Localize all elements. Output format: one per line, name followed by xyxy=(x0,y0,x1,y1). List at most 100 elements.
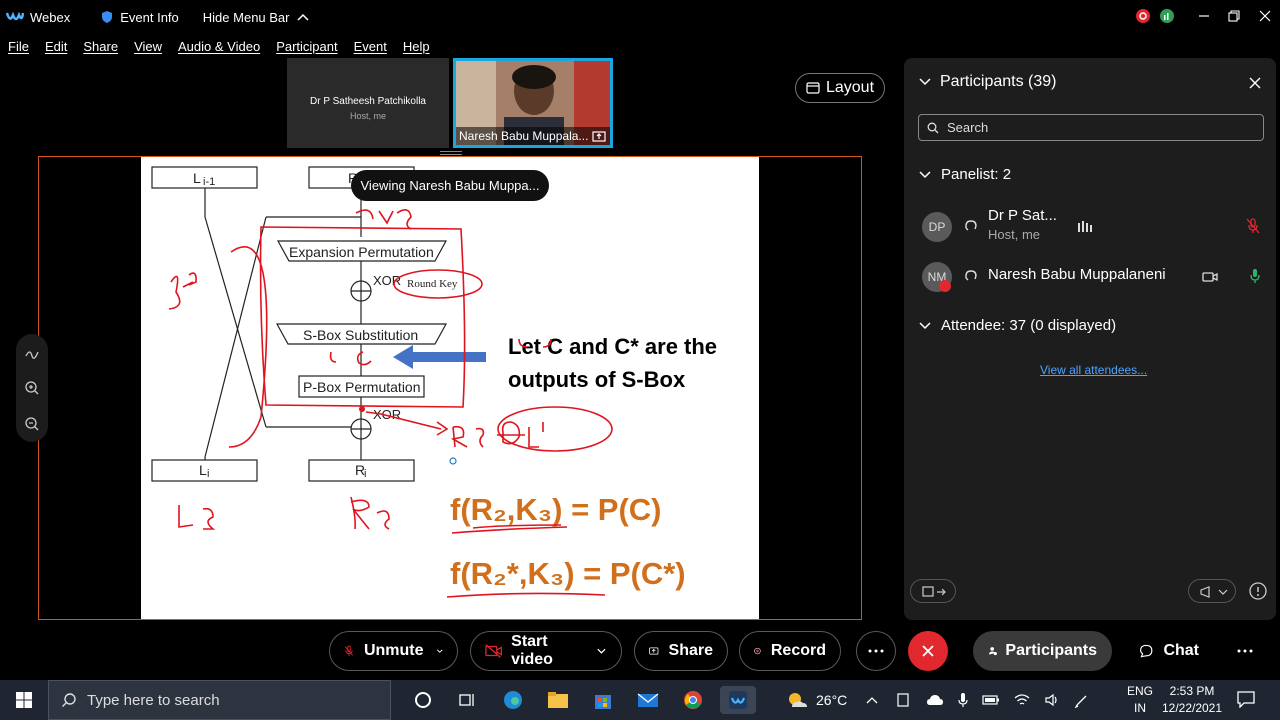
chevron-down-icon[interactable] xyxy=(596,647,607,655)
participant-row[interactable]: NM Naresh Babu Muppalaneni xyxy=(922,260,1262,296)
chat-icon xyxy=(1140,644,1153,658)
task-view-button[interactable] xyxy=(450,686,486,714)
notifications-button[interactable] xyxy=(1236,690,1256,711)
search-icon xyxy=(62,693,76,707)
blue-arrow-shape xyxy=(393,345,486,369)
menu-share[interactable]: Share xyxy=(83,39,118,54)
handwritten-annotations xyxy=(168,209,613,598)
title-bar: Webex Event Info Hide Menu Bar xyxy=(0,0,1280,34)
lang-primary: ENG xyxy=(1126,684,1153,698)
participants-button[interactable]: Participants xyxy=(973,631,1112,671)
microsoft-store-icon[interactable] xyxy=(585,686,621,714)
start-button[interactable] xyxy=(0,680,48,720)
search-placeholder: Search xyxy=(947,120,989,135)
clock[interactable]: 2:53 PM 12/22/2021 xyxy=(1158,683,1226,717)
raise-hand-menu-button[interactable] xyxy=(1188,579,1236,603)
menu-event[interactable]: Event xyxy=(354,39,387,54)
shared-content-frame: L i-1 R Expansion Permutation XOR Round … xyxy=(38,156,862,620)
network-health-icon xyxy=(1156,6,1178,26)
battery-icon[interactable] xyxy=(982,694,1000,706)
video-thumbnail-host[interactable]: Dr P Satheesh Patchikolla Host, me xyxy=(287,58,449,148)
record-button[interactable]: Record xyxy=(739,631,841,671)
restore-button[interactable] xyxy=(1223,6,1245,26)
pen-workspace-icon[interactable] xyxy=(1074,692,1090,708)
taskbar-search-placeholder: Type here to search xyxy=(87,691,220,709)
language-indicator[interactable]: ENG IN xyxy=(1124,683,1156,717)
video-thumbnail-presenter[interactable]: Naresh Babu Muppala... xyxy=(453,58,613,148)
menu-help[interactable]: Help xyxy=(403,39,430,54)
chat-label: Chat xyxy=(1163,642,1199,659)
layout-button[interactable]: Layout xyxy=(795,73,885,103)
panel-more-options-button[interactable] xyxy=(1236,644,1254,658)
chevron-down-icon xyxy=(919,321,931,329)
view-all-attendees-link[interactable]: View all attendees... xyxy=(1040,363,1147,377)
webex-taskbar-icon[interactable] xyxy=(720,686,756,714)
annotate-pen-icon[interactable] xyxy=(25,351,39,359)
info-icon[interactable] xyxy=(1248,581,1268,601)
close-panel-icon[interactable] xyxy=(1248,76,1262,90)
recording-indicator-icon xyxy=(1132,6,1154,26)
start-video-button[interactable]: Start video xyxy=(470,631,622,671)
tablet-icon[interactable] xyxy=(896,693,910,707)
record-icon xyxy=(754,647,761,655)
onedrive-cloud-icon[interactable] xyxy=(926,694,944,706)
panelist-section-toggle[interactable]: Panelist: 2 xyxy=(918,166,1011,183)
annotation-tools xyxy=(25,351,39,431)
record-label: Record xyxy=(770,642,826,659)
weather-widget[interactable]: 26°C xyxy=(786,680,847,720)
unmute-button[interactable]: Unmute xyxy=(329,631,458,671)
share-button[interactable]: Share xyxy=(634,631,728,671)
avatar: DP xyxy=(922,212,952,242)
mail-icon[interactable] xyxy=(630,686,666,714)
close-window-button[interactable] xyxy=(1254,6,1276,26)
leave-meeting-button[interactable] xyxy=(908,631,948,671)
menu-participant[interactable]: Participant xyxy=(276,39,337,54)
move-panel-button[interactable] xyxy=(910,579,956,603)
resize-handle[interactable] xyxy=(440,151,462,155)
chrome-browser-icon[interactable] xyxy=(675,686,711,714)
app-name: Webex xyxy=(30,9,71,25)
participant-search-input[interactable]: Search xyxy=(918,114,1264,141)
slide: L i-1 R Expansion Permutation XOR Round … xyxy=(141,157,759,619)
participant-row[interactable]: DP Dr P Sat... Host, me xyxy=(922,207,1262,246)
windows-logo-icon xyxy=(16,692,32,708)
microphone-icon[interactable] xyxy=(958,692,968,708)
chevron-down-icon xyxy=(919,170,931,178)
mic-muted-icon[interactable] xyxy=(1246,218,1260,234)
label-sbox: S-Box Substitution xyxy=(303,327,418,343)
chevron-down-icon[interactable] xyxy=(918,77,932,87)
pop-out-icon xyxy=(922,586,946,597)
more-options-button[interactable] xyxy=(856,631,896,671)
label-xor-2: XOR xyxy=(373,407,401,422)
taskbar-search-box[interactable]: Type here to search xyxy=(48,680,391,720)
close-icon xyxy=(922,645,934,657)
label-l-prev-sub: i-1 xyxy=(203,176,215,188)
chat-button[interactable]: Chat xyxy=(1124,631,1214,671)
menu-view[interactable]: View xyxy=(134,39,162,54)
viewing-status-pill: Viewing Naresh Babu Muppa... xyxy=(351,170,549,201)
event-info-button[interactable]: Event Info xyxy=(100,10,179,25)
minimize-button[interactable] xyxy=(1193,6,1215,26)
label-round-key: Round Key xyxy=(407,278,458,290)
file-explorer-icon[interactable] xyxy=(540,686,576,714)
mic-active-icon[interactable] xyxy=(1248,268,1262,284)
hide-menu-bar-button[interactable]: Hide Menu Bar xyxy=(203,10,310,25)
cortana-button[interactable] xyxy=(405,686,441,714)
chevron-down-icon[interactable] xyxy=(436,647,443,655)
layout-label: Layout xyxy=(825,79,875,96)
menu-edit[interactable]: Edit xyxy=(45,39,67,54)
weather-temp: 26°C xyxy=(816,692,848,708)
panel-header: Participants (39) xyxy=(918,73,1057,91)
menu-file[interactable]: File xyxy=(8,39,29,54)
wifi-icon[interactable] xyxy=(1014,693,1030,707)
speaker-icon[interactable] xyxy=(1044,693,1060,707)
edge-browser-icon[interactable] xyxy=(495,686,531,714)
attendee-section-toggle[interactable]: Attendee: 37 (0 displayed) xyxy=(918,317,1116,334)
label-l-i: L xyxy=(199,462,207,478)
chevron-up-icon[interactable] xyxy=(866,696,878,704)
layout-icon xyxy=(806,82,820,94)
meeting-controls: Unmute Start video Share Record Particip… xyxy=(0,624,1280,680)
menu-audio-video[interactable]: Audio & Video xyxy=(178,39,260,54)
annotation-dot xyxy=(359,406,365,412)
pointer-cursor xyxy=(449,457,457,465)
